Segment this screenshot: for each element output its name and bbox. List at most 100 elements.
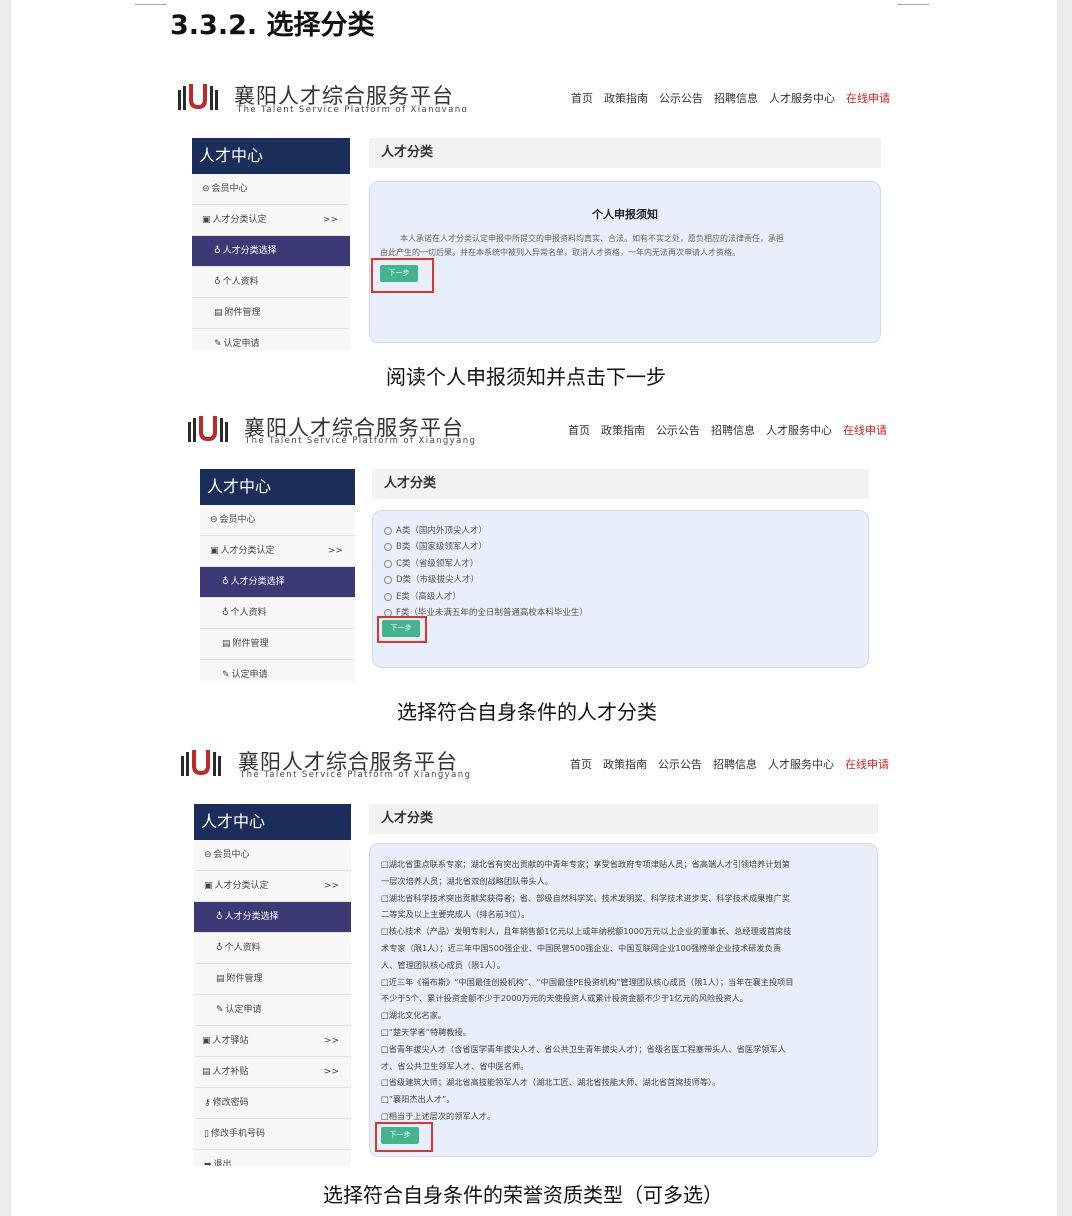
caption-1: 阅读个人申报须知并点击下一步 [386,365,666,389]
sidebar-item-password[interactable]: ⚷ 修改密码 [194,1088,351,1119]
content-title: 人才分类 [369,804,878,834]
honor-option-line: 才、省公共卫生领军人才、省中医名师。 [381,1060,529,1071]
option-label: A类（国内外顶尖人才） [396,526,487,536]
section-heading: 3.3.2. 选择分类 [170,10,375,41]
nav-home[interactable]: 首页 [568,424,590,437]
sidebar-item-apply[interactable]: ✎ 认定申请 [192,329,350,350]
sidebar-item-certify[interactable]: ▣ 人才分类认定 >> [194,871,351,902]
nav-service[interactable]: 人才服务中心 [766,424,832,437]
sidebar-item-attachments[interactable]: ▤ 附件管理 [192,298,350,329]
nav-apply[interactable]: 在线申请 [845,758,889,771]
category-option-d[interactable]: D类（市级拔尖人才） [384,573,479,585]
honor-option-line[interactable]: □“楚天学者”特聘教授。 [381,1024,871,1041]
nav-apply[interactable]: 在线申请 [846,92,890,105]
site-header-1: 襄阳人才综合服务平台 The Talent Service Platform o… [176,78,896,112]
page-corner-mark [135,0,167,5]
expand-arrow: >> [323,881,339,891]
nav-policy[interactable]: 政策指南 [604,92,648,105]
sidebar-item-label: 个人资料 [222,277,259,287]
nav-recruit[interactable]: 招聘信息 [711,424,755,437]
sidebar-item-certify[interactable]: ▣ 人才分类认定 >> [192,205,350,236]
honor-option-line[interactable]: □湖北文化名家。 [381,1007,871,1024]
sidebar-item-label: 附件管理 [232,639,269,649]
category-option-a[interactable]: A类（国内外顶尖人才） [384,524,487,536]
sidebar-item-member[interactable]: ⊖ 会员中心 [194,840,351,871]
sidebar-2: 人才中心 ⊖ 会员中心 ▣ 人才分类认定 >> ♁ 人才分类选择 ♁ 个人资料 ▤ 附件管理… [200,469,355,681]
person-icon: ♁ [214,277,221,287]
honor-option-line[interactable]: □省青年拔尖人才（含省医学青年拔尖人才、省公共卫生青年拔尖人才）；省级名医工程塞… [381,1041,871,1058]
sidebar-item-category-select[interactable]: ♁ 人才分类选择 [192,236,350,267]
subsidy-icon: ▤ [202,1067,211,1077]
platform-logo-icon [181,750,221,776]
sidebar-item-label: 附件管理 [226,974,263,984]
site-header-2: 襄阳人才综合服务平台 The Talent Service Platform o… [186,410,886,446]
sidebar-item-logout[interactable]: ➥ 退出 [194,1150,351,1166]
nav-policy[interactable]: 政策指南 [603,758,647,771]
sidebar-item-certify[interactable]: ▣ 人才分类认定 >> [200,536,355,567]
sidebar-item-label: 个人资料 [224,943,261,953]
sidebar-item-category-select[interactable]: ♁ 人才分类选择 [200,567,355,598]
option-label: E类（高级人才） [396,592,461,602]
pencil-icon: ✎ [222,670,230,680]
sidebar-item-member[interactable]: ⊖ 会员中心 [200,505,355,536]
sidebar-item-apply[interactable]: ✎ 认定申请 [200,660,355,681]
brand-english-name: The Talent Service Platform of Xiangyang [240,770,472,780]
honor-option-line[interactable]: □湖北省科学技术突出贡献奖获得者；省、部级自然科学奖、技术发明奖、科学技术进步奖… [381,890,871,907]
radio-button[interactable] [384,592,392,601]
category-option-c[interactable]: C类（省级领军人才） [384,557,478,569]
notice-line: 本人承诺在人才分类认定申报中所提交的申报资料均真实、合法。如有不实之处，愿负相应… [400,234,784,243]
category-option-e[interactable]: E类（高级人才） [384,590,461,602]
honor-option-line[interactable]: □省级建筑大师；湖北省高技能领军人才（湖北工匠、湖北省技能大师、湖北省首席技师等… [381,1074,871,1091]
honor-option-line[interactable]: □湖北省重点联系专家；湖北省有突出贡献的中青年专家；享受省政府专项津贴人员；省高… [381,856,871,873]
file-icon: ▤ [216,974,225,984]
sidebar-title: 人才中心 [200,469,355,505]
page-corner-mark [897,0,929,5]
sidebar-item-label: 人才分类认定 [214,881,269,891]
honor-option-line[interactable]: □“襄阳杰出人才”。 [381,1091,871,1108]
sidebar-item-category-select[interactable]: ♁ 人才分类选择 [194,902,351,933]
nav-home[interactable]: 首页 [570,758,592,771]
radio-button[interactable] [384,559,392,568]
sidebar-item-subsidy[interactable]: ▤ 人才补贴 >> [194,1057,351,1088]
nav-home[interactable]: 首页 [571,92,593,105]
expand-arrow: >> [323,1036,339,1046]
sidebar-item-phone[interactable]: ▯ 修改手机号码 [194,1119,351,1150]
sidebar-item-profile[interactable]: ♁ 个人资料 [192,267,350,298]
sidebar-item-profile[interactable]: ♁ 个人资料 [194,933,351,964]
category-option-b[interactable]: B类（国家级领军人才） [384,540,487,552]
id-card-icon: ▣ [204,881,213,891]
caption-2: 选择符合自身条件的人才分类 [397,700,657,724]
honor-option-line[interactable]: □相当于上述层次的领军人才。 [381,1108,871,1125]
nav-service[interactable]: 人才服务中心 [768,758,834,771]
key-icon: ⚷ [204,1098,211,1108]
expand-arrow: >> [327,546,343,556]
sidebar-item-label: 认定申请 [223,339,260,349]
nav-service[interactable]: 人才服务中心 [769,92,835,105]
highlight-box [375,1122,433,1152]
nav-apply[interactable]: 在线申请 [843,424,886,437]
sidebar-item-apply[interactable]: ✎ 认定申请 [194,995,351,1026]
radio-button[interactable] [384,526,392,535]
nav-recruit[interactable]: 招聘信息 [713,758,757,771]
sidebar-item-label: 认定申请 [231,670,268,680]
brand-english-name: The Talent Service Platform of Xiangyang [245,436,477,446]
radio-button[interactable] [384,542,392,551]
notice-title: 个人申报须知 [592,208,658,221]
sidebar-item-label: 会员中心 [219,515,256,525]
sidebar-item-station[interactable]: ▣ 人才驿站 >> [194,1026,351,1057]
brand-english-name: The Talent Service Platform of Xiangyang [237,105,469,112]
nav-recruit[interactable]: 招聘信息 [714,92,758,105]
honor-option-line[interactable]: □核心技术（产品）发明专利人，且年销售额1亿元以上或年纳税额1000万元以上企业… [381,923,871,940]
pencil-icon: ✎ [214,339,222,349]
sidebar-item-attachments[interactable]: ▤ 附件管理 [194,964,351,995]
sidebar-item-attachments[interactable]: ▤ 附件管理 [200,629,355,660]
nav-policy[interactable]: 政策指南 [601,424,645,437]
nav-notice[interactable]: 公示公告 [658,758,702,771]
radio-button[interactable] [384,575,392,584]
nav-notice[interactable]: 公示公告 [659,92,703,105]
sidebar-item-profile[interactable]: ♁ 个人资料 [200,598,355,629]
nav-notice[interactable]: 公示公告 [656,424,700,437]
honor-option-line[interactable]: □近三年《福布斯》“中国最佳创投机构”、“中国最佳PE投资机构”管理团队核心成员… [381,974,871,991]
sidebar-item-label: 会员中心 [211,184,248,194]
sidebar-item-member[interactable]: ⊖ 会员中心 [192,174,350,205]
